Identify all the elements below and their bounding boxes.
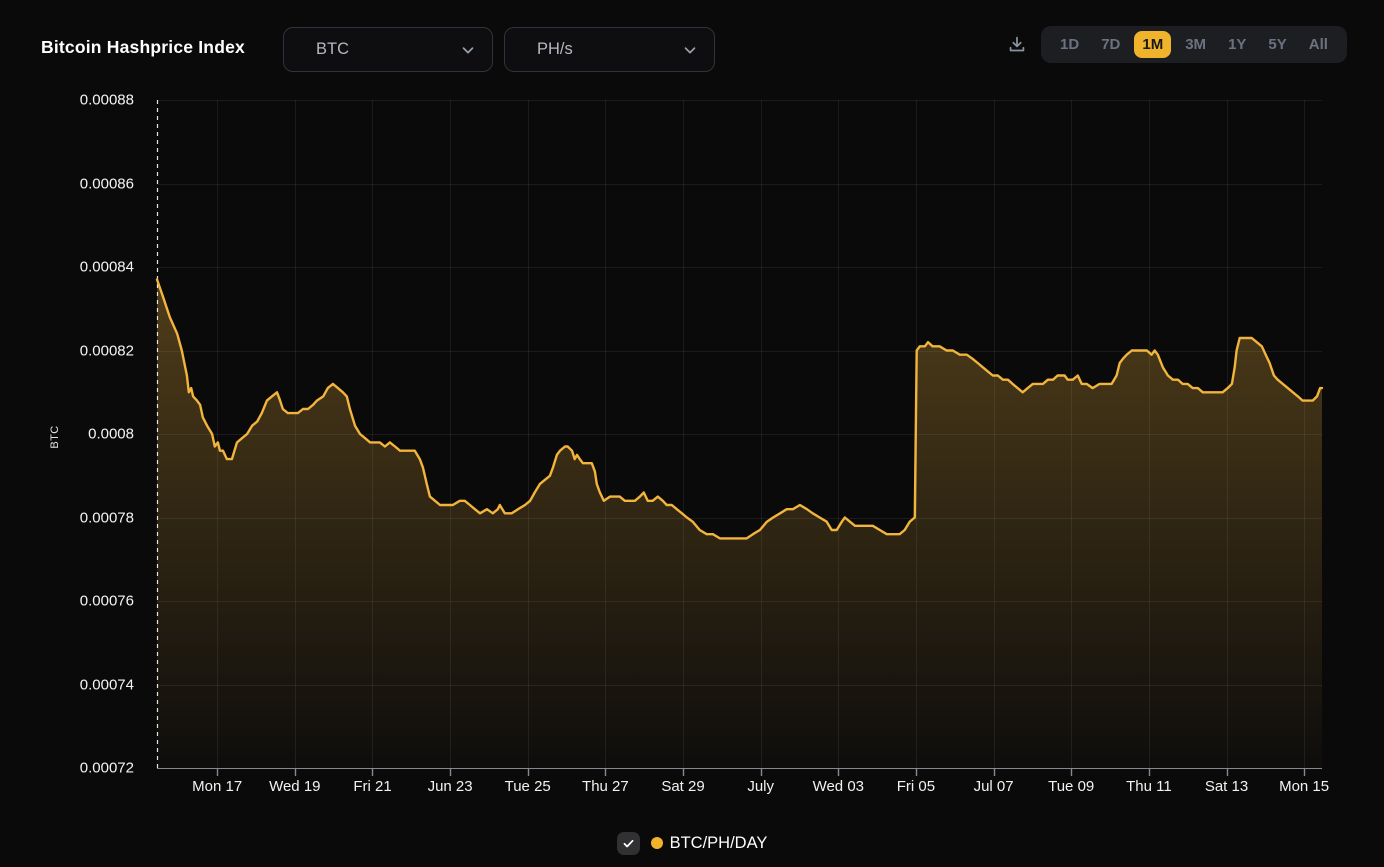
y-tick-label: 0.00076 (80, 593, 134, 610)
x-tick-label: Tue 09 (1048, 778, 1094, 795)
y-tick-label: 0.0008 (88, 426, 134, 443)
x-tick-label: Wed 19 (269, 778, 320, 795)
y-tick-label: 0.00072 (80, 760, 134, 777)
x-tick-label: Fri 05 (897, 778, 935, 795)
y-tick-label: 0.00074 (80, 676, 134, 693)
legend-series-label: BTC/PH/DAY (670, 834, 768, 853)
y-tick-label: 0.00082 (80, 342, 134, 359)
y-tick-label: 0.00086 (80, 175, 134, 192)
x-tick-label: Sat 29 (661, 778, 704, 795)
x-tick-label: Thu 27 (582, 778, 629, 795)
x-tick-label: Tue 25 (505, 778, 551, 795)
x-axis-labels: Mon 17 Wed 19 Fri 21 Jun 23 Tue 25 Thu 27 Sat … (0, 778, 1332, 800)
x-tick-label: Wed 03 (813, 778, 864, 795)
x-tick-label: Jul 07 (974, 778, 1014, 795)
x-tick-label: Jun 23 (428, 778, 473, 795)
hashprice-chart[interactable] (0, 0, 1384, 867)
y-tick-label: 0.00078 (80, 509, 134, 526)
y-axis-labels: 0.00088 0.00086 0.00084 0.00082 0.0008 0.0007… (0, 0, 134, 800)
y-tick-label: 0.00088 (80, 92, 134, 109)
x-axis (157, 768, 1322, 776)
legend-checkbox[interactable] (617, 832, 640, 855)
y-tick-label: 0.00084 (80, 259, 134, 276)
x-tick-label: Mon 17 (192, 778, 242, 795)
x-tick-label: Thu 11 (1126, 778, 1172, 795)
x-tick-label: Sat 13 (1205, 778, 1248, 795)
legend: BTC/PH/DAY (0, 830, 1384, 856)
series-dot (651, 837, 663, 849)
check-icon (622, 837, 635, 850)
x-tick-label: Fri 21 (353, 778, 391, 795)
area-fill (157, 280, 1322, 769)
x-tick-label: July (747, 778, 774, 795)
x-tick-label: Mon 15 (1279, 778, 1329, 795)
